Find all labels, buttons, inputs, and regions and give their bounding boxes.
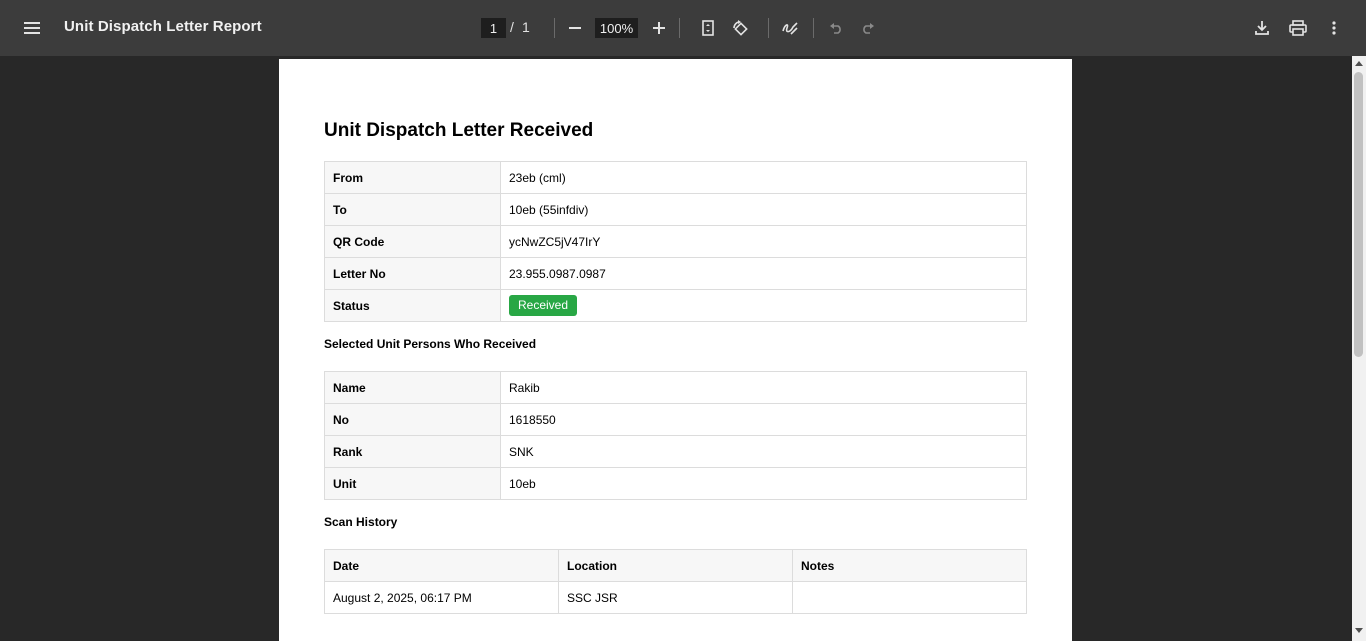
table-row: August 2, 2025, 06:17 PM SSC JSR [324,581,1027,614]
table-header-row: Date Location Notes [324,549,1027,582]
scroll-up-arrow-icon[interactable] [1355,61,1363,66]
scroll-down-arrow-icon[interactable] [1355,628,1363,633]
redo-icon[interactable] [852,12,884,44]
persons-heading: Selected Unit Persons Who Received [324,337,537,351]
print-icon[interactable] [1282,12,1314,44]
person-value: SNK [500,435,1027,468]
page-number-input[interactable]: 1 [481,18,506,38]
detail-value: 10eb (55infdiv) [500,193,1027,226]
pdf-toolbar: Unit Dispatch Letter Report 1 / 1 100% [0,0,1366,56]
table-row: Unit 10eb [324,467,1027,500]
column-header-date: Date [324,549,559,582]
table-row: Rank SNK [324,435,1027,468]
document-title: Unit Dispatch Letter Report [64,18,262,35]
column-header-location: Location [558,549,793,582]
scan-history-table: Date Location Notes August 2, 2025, 06:1… [324,549,1027,614]
pdf-page: Unit Dispatch Letter Received From 23eb … [279,59,1072,641]
toolbar-divider [679,18,680,38]
scan-history-heading: Scan History [324,515,398,529]
menu-icon[interactable] [16,12,48,44]
person-label: Unit [324,467,501,500]
detail-label: Letter No [324,257,501,290]
detail-label: QR Code [324,225,501,258]
detail-value: 23eb (cml) [500,161,1027,194]
page-total: 1 [522,19,530,35]
rotate-icon[interactable] [724,12,756,44]
download-icon[interactable] [1246,12,1278,44]
person-label: Rank [324,435,501,468]
letter-details-table: From 23eb (cml) To 10eb (55infdiv) QR Co… [324,161,1027,322]
table-row: Name Rakib [324,371,1027,404]
toolbar-divider [813,18,814,38]
zoom-level-input[interactable]: 100% [595,18,638,38]
plus-icon[interactable] [643,12,675,44]
persons-table: Name Rakib No 1618550 Rank SNK Unit 10eb [324,371,1027,500]
table-row: QR Code ycNwZC5jV47IrY [324,225,1027,258]
toolbar-divider [768,18,769,38]
toolbar-divider [554,18,555,38]
status-badge: Received [509,295,578,316]
minus-icon[interactable] [559,12,591,44]
person-value: Rakib [500,371,1027,404]
detail-value: ycNwZC5jV47IrY [500,225,1027,258]
more-vert-icon[interactable] [1318,12,1350,44]
table-row: Status Received [324,289,1027,322]
status-label: Status [324,289,501,322]
table-row: Letter No 23.955.0987.0987 [324,257,1027,290]
table-row: No 1618550 [324,403,1027,436]
person-label: No [324,403,501,436]
fit-page-icon[interactable] [692,12,724,44]
person-value: 10eb [500,467,1027,500]
scan-date-cell: August 2, 2025, 06:17 PM [324,581,559,614]
draw-icon[interactable] [774,12,806,44]
status-cell: Received [500,289,1027,322]
scan-location-cell: SSC JSR [558,581,793,614]
undo-icon[interactable] [820,12,852,44]
person-value: 1618550 [500,403,1027,436]
detail-label: From [324,161,501,194]
scrollbar-thumb[interactable] [1354,72,1363,357]
table-row: From 23eb (cml) [324,161,1027,194]
column-header-notes: Notes [792,549,1027,582]
table-row: To 10eb (55infdiv) [324,193,1027,226]
scan-notes-cell [792,581,1027,614]
person-label: Name [324,371,501,404]
page-separator: / [510,19,514,35]
report-title: Unit Dispatch Letter Received [324,120,594,141]
detail-value: 23.955.0987.0987 [500,257,1027,290]
detail-label: To [324,193,501,226]
